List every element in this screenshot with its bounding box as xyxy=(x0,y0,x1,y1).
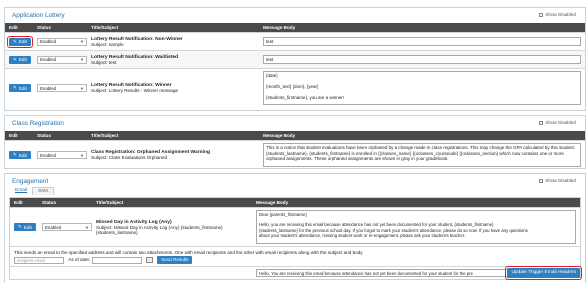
edit-button[interactable]: ✎ Edit xyxy=(9,151,31,159)
pencil-icon: ✎ xyxy=(13,38,17,44)
pencil-icon: ✎ xyxy=(13,152,17,157)
panel-title: Application Lottery xyxy=(12,12,65,19)
tab-email[interactable]: Email xyxy=(10,187,32,195)
notification-subject: Subject: Lottery Results - Winner messag… xyxy=(91,88,179,93)
notification-subject: Subject: Class Evaluations Orphaned xyxy=(91,155,168,160)
table-row: ✎ Edit Enabled ▼ Lottery Result Notificati… xyxy=(5,68,585,107)
calendar-icon[interactable] xyxy=(145,257,153,263)
column-header: Edit xyxy=(10,198,38,208)
show-disabled-toggle[interactable]: Show Disabled xyxy=(539,12,576,17)
chevron-down-icon: ▼ xyxy=(80,57,84,62)
pencil-icon: ✎ xyxy=(13,56,17,62)
channel-tabs: Email SMS xyxy=(10,187,55,195)
table-header-row: Edit Status Title/Subject Message Body xyxy=(5,23,585,33)
column-header: Edit xyxy=(5,131,33,141)
engagement-panel: Engagement Show Disabled Email SMS Edit … xyxy=(4,173,586,283)
panel-header: Application Lottery Show Disabled xyxy=(5,8,585,23)
chevron-down-icon: ▼ xyxy=(80,85,84,91)
column-header: Edit xyxy=(5,23,33,33)
tab-sms[interactable]: SMS xyxy=(32,187,55,195)
table-row: Hello, You are receiving this email beca… xyxy=(10,266,580,279)
edit-button[interactable]: ✎ Edit xyxy=(14,223,36,231)
as-of-date-input[interactable] xyxy=(91,256,142,264)
column-header: Status xyxy=(33,23,87,33)
status-select[interactable]: Enabled ▼ xyxy=(42,223,92,231)
table-row: ✎ Edit Enabled ▼ Lottery Result Notificati… xyxy=(5,50,585,69)
as-of-label: As of date: xyxy=(68,257,91,263)
lottery-table: Edit Status Title/Subject Message Body ✎… xyxy=(5,23,585,107)
class-registration-table: Edit Status Title/Subject Message Body ✎… xyxy=(5,131,585,169)
edit-button[interactable]: ✎ Edit xyxy=(9,84,31,92)
table-header-row: Edit Status Title/Subject Message Body xyxy=(5,131,585,141)
send-note: This sends an email to the specified add… xyxy=(14,250,363,255)
table-header-row: Edit Status Title/Subject Message Body xyxy=(10,198,580,208)
column-header: Title/Subject xyxy=(87,23,259,33)
message-body[interactable]: test xyxy=(263,54,581,65)
checkbox-icon[interactable] xyxy=(539,120,544,125)
table-row: ✎ Edit Enabled ▼ Lottery Result Notificati… xyxy=(5,32,585,51)
application-lottery-panel: Application Lottery Show Disabled Edit S… xyxy=(4,7,586,111)
message-body[interactable]: {date} {month_text} {dom}, {year} {stude… xyxy=(263,71,581,105)
panel-header: Engagement Show Disabled Email SMS xyxy=(5,174,585,197)
status-select[interactable]: Enabled ▼ xyxy=(37,151,87,159)
column-header: Message Body xyxy=(259,23,585,33)
recipient-email-input[interactable]: recipient email xyxy=(14,256,64,264)
column-header: Title/Subject xyxy=(87,131,259,141)
column-header: Message Body xyxy=(259,131,585,141)
engagement-table: Edit Status Title/Subject Message Body ✎… xyxy=(10,198,580,279)
edit-button[interactable]: ✎ Edit xyxy=(9,55,31,64)
send-results-button[interactable]: Send Results xyxy=(157,256,193,264)
message-body[interactable]: Dear {parents_firstname} Hello, you are … xyxy=(256,210,576,244)
edit-button[interactable]: ✎ Edit xyxy=(7,35,33,48)
table-row: ✎ Edit Enabled ▼ Missed Day in Activity Lo… xyxy=(10,207,580,247)
chevron-down-icon: ▼ xyxy=(80,39,84,44)
checkbox-icon[interactable] xyxy=(539,178,544,183)
chevron-down-icon: ▼ xyxy=(85,224,89,230)
engagement-table-wrapper: Edit Status Title/Subject Message Body ✎… xyxy=(9,197,581,280)
status-select[interactable]: Enabled ▼ xyxy=(37,37,87,46)
show-disabled-toggle[interactable]: Show Disabled xyxy=(539,120,576,125)
chevron-down-icon: ▼ xyxy=(80,152,84,158)
status-select[interactable]: Enabled ▼ xyxy=(37,55,87,64)
message-body[interactable]: test xyxy=(263,36,581,47)
column-header: Title/Subject xyxy=(92,198,252,208)
column-header: Message Body xyxy=(252,198,580,208)
panel-title: Engagement xyxy=(12,178,49,185)
column-header: Status xyxy=(38,198,92,208)
message-body[interactable]: This is a notice that student evaluation… xyxy=(263,143,581,167)
pencil-icon: ✎ xyxy=(18,224,22,229)
panel-title: Class Registration xyxy=(12,120,64,127)
update-trigger-email-headers-button[interactable]: Update Trigger Email Headers xyxy=(505,266,582,280)
notification-subject: {students_lastname} xyxy=(96,229,138,235)
table-row: ✎ Edit Enabled ▼ Class Registration: Orpha… xyxy=(5,140,585,169)
pencil-icon: ✎ xyxy=(13,85,17,90)
checkbox-icon[interactable] xyxy=(539,12,544,17)
send-results-row: This sends an email to the specified add… xyxy=(10,246,580,267)
column-header: Status xyxy=(33,131,87,141)
status-select[interactable]: Enabled ▼ xyxy=(37,84,87,92)
panel-header: Class Registration Show Disabled xyxy=(5,116,585,131)
notification-subject: Subject: sample xyxy=(91,41,124,47)
class-registration-panel: Class Registration Show Disabled Edit St… xyxy=(4,115,586,169)
show-disabled-toggle[interactable]: Show Disabled xyxy=(539,178,576,183)
notification-subject: Subject: test xyxy=(91,59,117,65)
